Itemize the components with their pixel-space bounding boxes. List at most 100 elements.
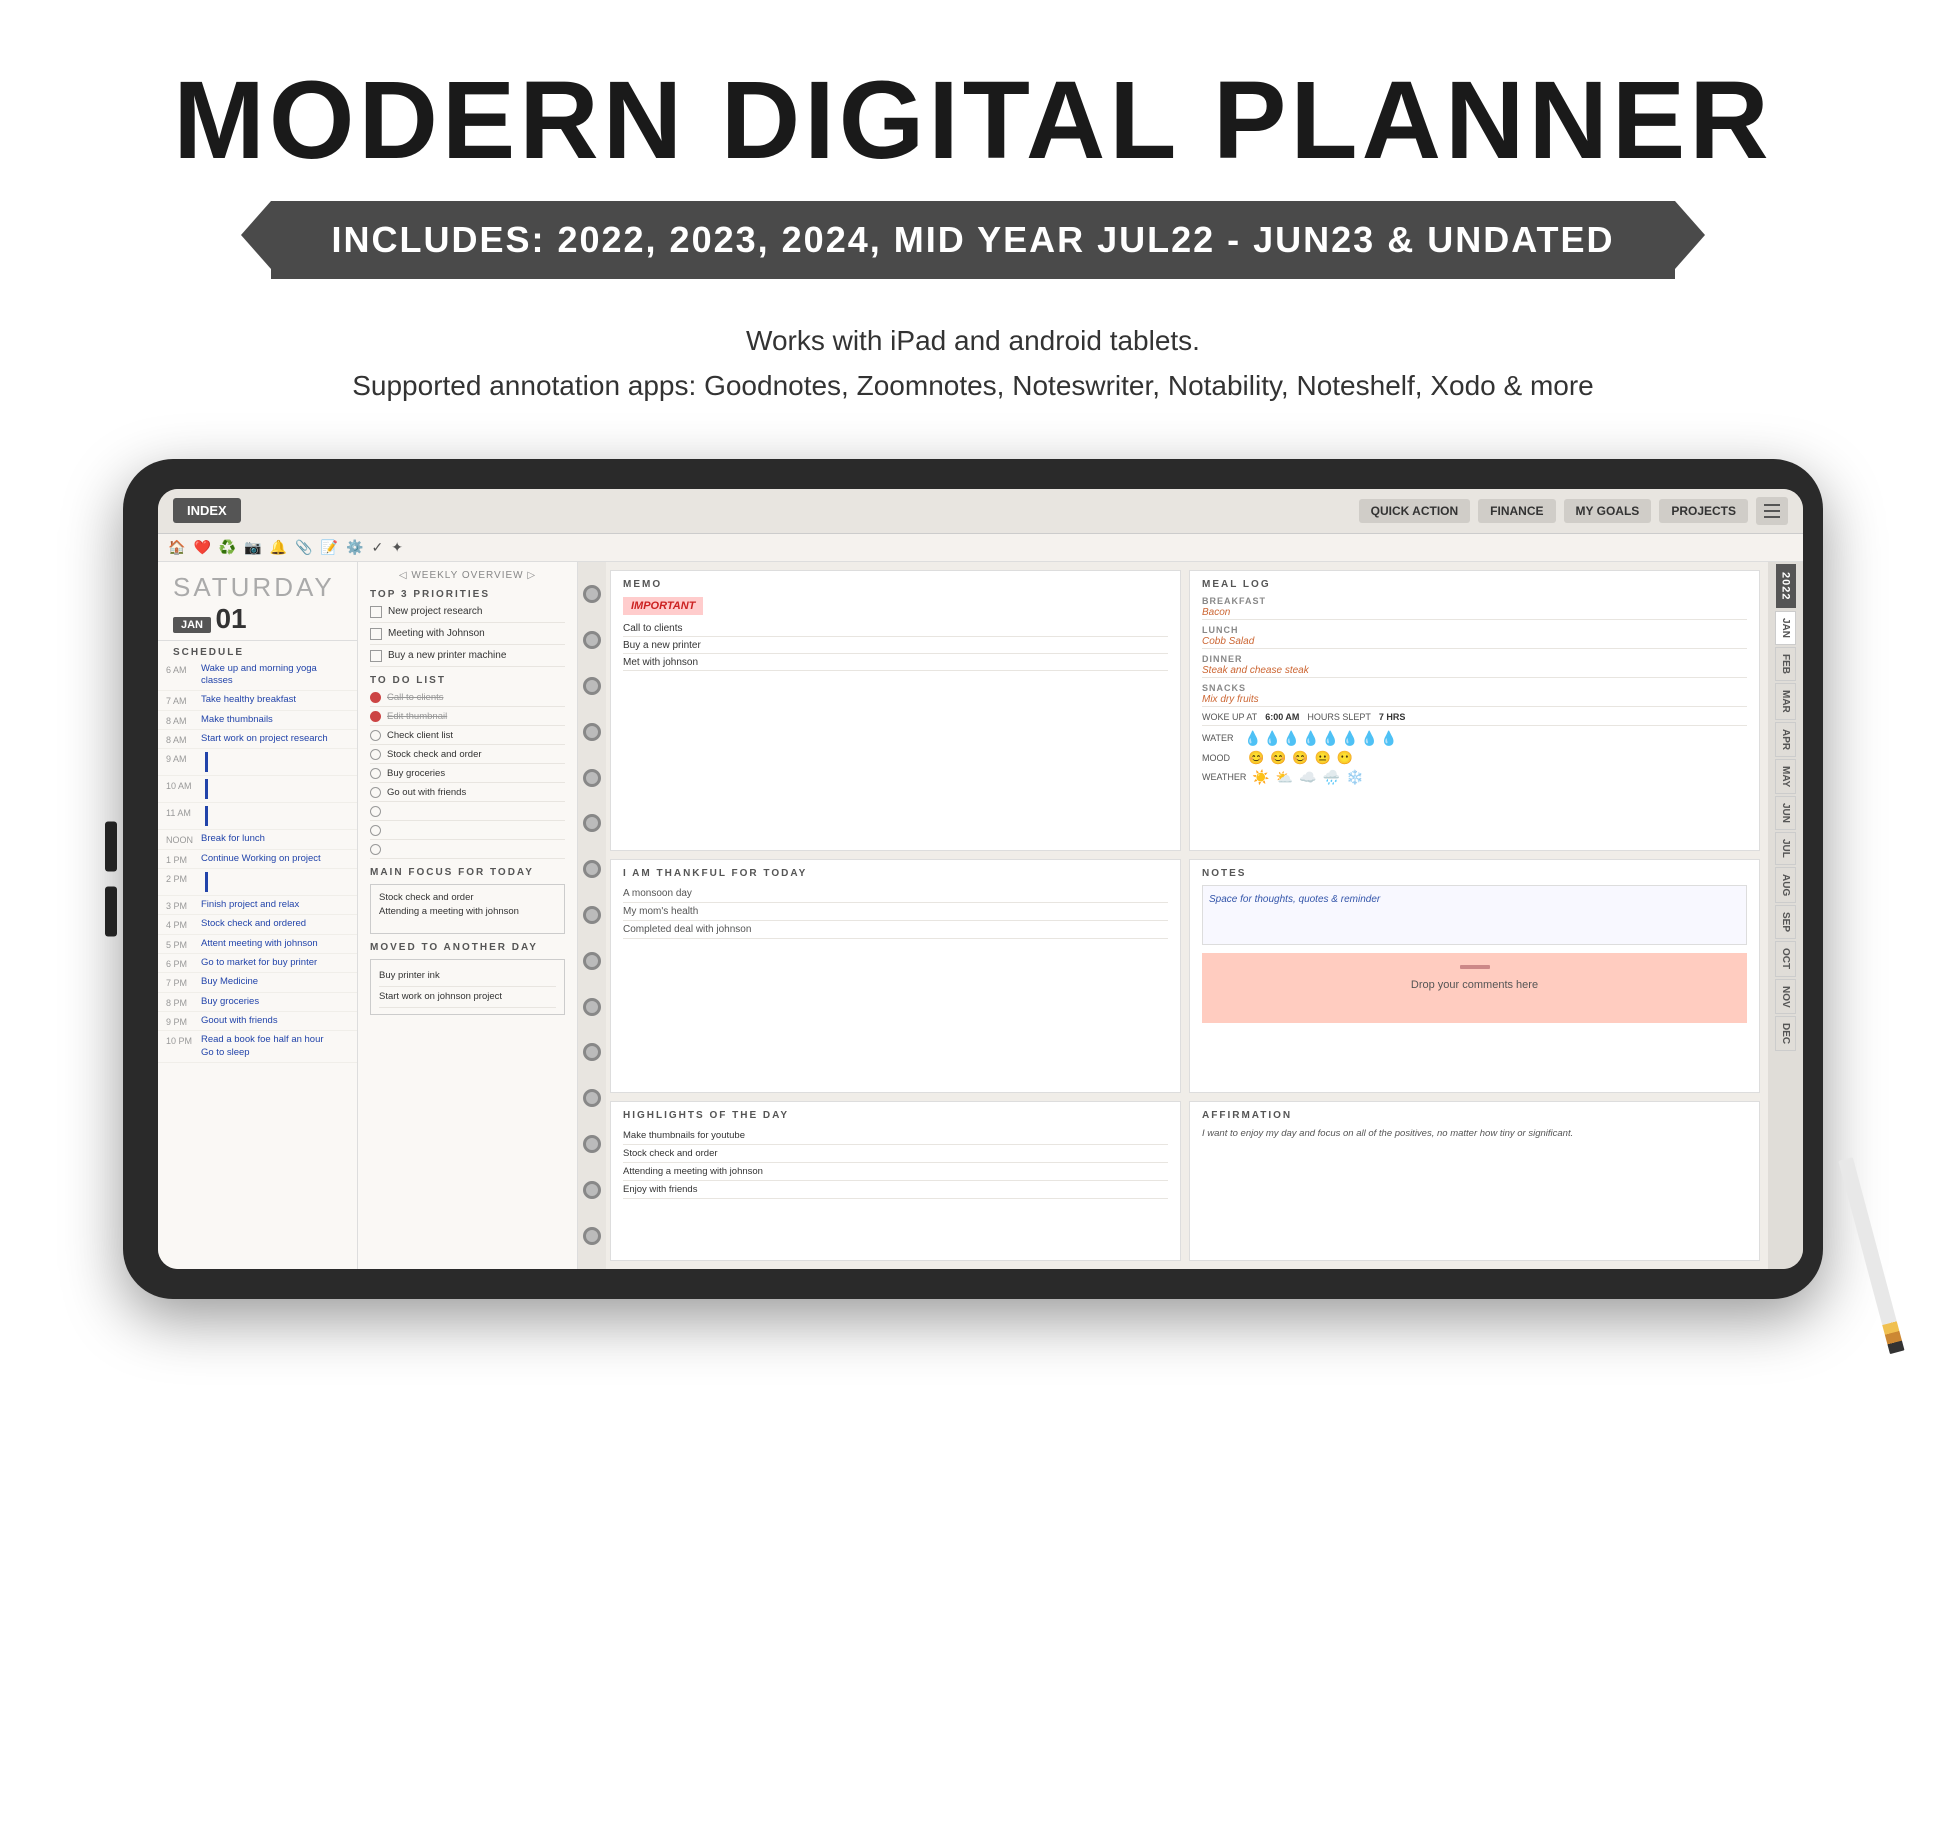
lunch-item: Cobb Salad — [1202, 635, 1747, 649]
priority-2-checkbox[interactable] — [370, 628, 382, 640]
month-tab-dec[interactable]: DEC — [1775, 1016, 1796, 1051]
schedule-row-9pm: 9 PM Goout with friends — [158, 1012, 357, 1031]
note-icon[interactable]: 📝 — [321, 539, 338, 556]
bell-icon[interactable]: 🔔 — [270, 539, 287, 556]
spiral-ring-15 — [583, 1227, 601, 1245]
home-icon[interactable]: 🏠 — [168, 539, 185, 556]
index-tab[interactable]: INDEX — [173, 498, 241, 523]
time-10am: 10 AM — [166, 779, 201, 791]
moved-label: MOVED TO ANOTHER DAY — [370, 942, 565, 953]
woke-row: WOKE UP AT 6:00 AM HOURS SLEPT 7 HRS — [1202, 712, 1747, 726]
camera-icon[interactable]: 📷 — [244, 539, 261, 556]
month-tab-jan[interactable]: JAN — [1775, 611, 1796, 645]
time-2pm: 2 PM — [166, 872, 201, 884]
main-focus-box[interactable]: Stock check and order Attending a meetin… — [370, 884, 565, 934]
highlights-panel: HIGHLIGHTS OF THE DAY Make thumbnails fo… — [610, 1101, 1181, 1261]
sticky-tape — [1460, 965, 1490, 969]
spiral-ring-2 — [583, 631, 601, 649]
priority-1-checkbox[interactable] — [370, 606, 382, 618]
schedule-row-9am: 9 AM — [158, 749, 357, 776]
mood-row: MOOD 😊 😊 😊 😐 😶 — [1202, 750, 1747, 766]
subtitle1: Works with iPad and android tablets. — [40, 319, 1906, 364]
schedule-row-10pm: 10 PM Read a book foe half an hourGo to … — [158, 1031, 357, 1063]
recycle-icon[interactable]: ♻️ — [219, 539, 236, 556]
priority-2-text: Meeting with Johnson — [388, 628, 485, 639]
spiral-ring-9 — [583, 952, 601, 970]
water-drop-1: 💧 — [1244, 730, 1261, 747]
menu-button[interactable] — [1756, 497, 1788, 525]
woke-time: 6:00 AM — [1265, 712, 1299, 722]
todo-1-radio[interactable] — [370, 692, 381, 703]
dinner-item: Steak and chease steak — [1202, 664, 1747, 678]
time-10pm: 10 PM — [166, 1034, 201, 1046]
month-tab-sep[interactable]: SEP — [1775, 905, 1796, 939]
highlight-3: Attending a meeting with johnson — [623, 1163, 1168, 1181]
water-empty-5: 💧 — [1322, 730, 1339, 747]
mood-emoji-2: 😊 — [1270, 750, 1286, 766]
side-buttons — [105, 821, 117, 936]
gear-icon[interactable]: ⚙️ — [346, 539, 363, 556]
todo-9-radio[interactable] — [370, 844, 381, 855]
todo-2-radio[interactable] — [370, 711, 381, 722]
spiral-ring-3 — [583, 677, 601, 695]
month-tab-jul[interactable]: JUL — [1775, 832, 1796, 865]
finance-tab[interactable]: FINANCE — [1478, 499, 1555, 523]
schedule-row-8pm: 8 PM Buy groceries — [158, 993, 357, 1012]
schedule-row-8am: 8 AM Make thumbnails — [158, 711, 357, 730]
notes-title: NOTES — [1202, 868, 1747, 879]
water-empty-8: 💧 — [1380, 730, 1397, 747]
schedule-text-6pm: Go to market for buy printer — [201, 957, 317, 969]
highlight-2: Stock check and order — [623, 1145, 1168, 1163]
todo-5-radio[interactable] — [370, 768, 381, 779]
spiral-ring-11 — [583, 1043, 601, 1061]
todo-6: Go out with friends — [370, 787, 565, 802]
month-tab-oct[interactable]: OCT — [1775, 941, 1796, 976]
moved-box: Buy printer ink Start work on johnson pr… — [370, 959, 565, 1016]
quick-action-tab[interactable]: QUICK ACTION — [1359, 499, 1471, 523]
time-noon: NOON — [166, 833, 201, 845]
my-goals-tab[interactable]: MY GOALS — [1564, 499, 1652, 523]
date-number: 01 — [215, 603, 246, 634]
time-1pm: 1 PM — [166, 853, 201, 865]
month-tab-jun[interactable]: JUN — [1775, 796, 1796, 830]
priority-3-checkbox[interactable] — [370, 650, 382, 662]
month-tab-aug[interactable]: AUG — [1775, 867, 1796, 903]
water-row: WATER 💧 💧 💧 💧 💧 💧 💧 💧 — [1202, 730, 1747, 747]
middle-column: ◁ WEEKLY OVERVIEW ▷ TOP 3 PRIORITIES New… — [358, 562, 578, 1269]
heart-icon[interactable]: ❤️ — [193, 539, 210, 556]
snacks-item: Mix dry fruits — [1202, 693, 1747, 707]
date-header: SATURDAY JAN 01 — [158, 562, 357, 641]
schedule-row-7am: 7 AM Take healthy breakfast — [158, 691, 357, 710]
schedule-row-2pm: 2 PM — [158, 869, 357, 896]
projects-tab[interactable]: PROJECTS — [1659, 499, 1748, 523]
todo-6-radio[interactable] — [370, 787, 381, 798]
time-6pm: 6 PM — [166, 957, 201, 969]
notes-text[interactable]: Space for thoughts, quotes & reminder — [1202, 885, 1747, 945]
priority-3-text: Buy a new printer machine — [388, 650, 506, 661]
weather-cloud: ☁️ — [1299, 769, 1316, 786]
month-tab-feb[interactable]: FEB — [1775, 647, 1796, 681]
year-tab-2022[interactable]: 2022 — [1776, 564, 1796, 608]
water-label: WATER — [1202, 733, 1242, 743]
month-tab-nov[interactable]: NOV — [1775, 979, 1796, 1015]
thankful-panel: I AM THANKFUL FOR TODAY A monsoon day My… — [610, 859, 1181, 1093]
schedule-text-7am: Take healthy breakfast — [201, 694, 296, 706]
weather-sunny: ☀️ — [1252, 769, 1269, 786]
paperclip-icon[interactable]: 📎 — [295, 539, 312, 556]
todo-8-radio[interactable] — [370, 825, 381, 836]
schedule-row-6am: 6 AM Wake up and morning yoga classes — [158, 660, 357, 692]
todo-4-radio[interactable] — [370, 749, 381, 760]
time-4pm: 4 PM — [166, 918, 201, 930]
schedule-text-9pm: Goout with friends — [201, 1015, 278, 1027]
month-tab-may[interactable]: MAY — [1775, 759, 1796, 794]
schedule-bar-2pm — [205, 872, 208, 892]
month-tab-apr[interactable]: APR — [1775, 722, 1796, 757]
month-tab-mar[interactable]: MAR — [1775, 683, 1796, 720]
banner-text: INCLUDES: 2022, 2023, 2024, MID YEAR JUL… — [271, 201, 1674, 279]
meal-log-title: MEAL LOG — [1202, 579, 1747, 590]
water-drop-3: 💧 — [1283, 730, 1300, 747]
memo-important: IMPORTANT — [623, 597, 703, 615]
todo-7-radio[interactable] — [370, 806, 381, 817]
todo-3-radio[interactable] — [370, 730, 381, 741]
side-button-1 — [105, 821, 117, 871]
